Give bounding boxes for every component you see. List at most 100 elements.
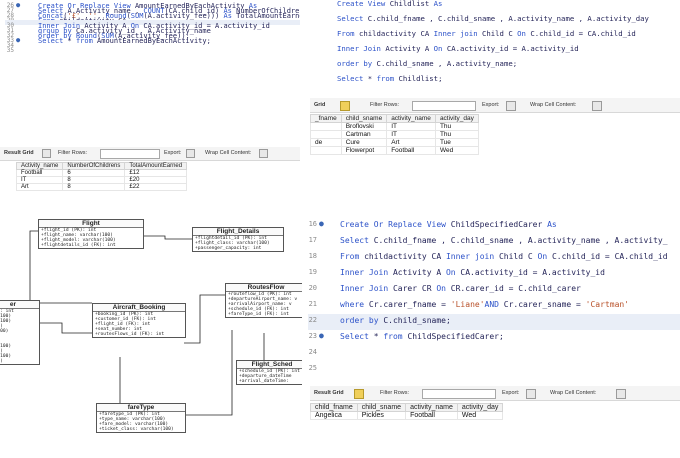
erd-table-flight[interactable]: Flight +flight_id (PK): int +flight_name: …: [38, 219, 144, 249]
filter-rows-input[interactable]: [422, 389, 496, 399]
grid-icon[interactable]: [354, 389, 364, 399]
wrap-icon[interactable]: [259, 149, 268, 158]
erd-table-faretype[interactable]: fareType +faretype_id (PK): int +type_name…: [96, 403, 186, 433]
table-cell[interactable]: Pickles: [356, 411, 407, 420]
table-cell[interactable]: [310, 122, 342, 131]
code-line[interactable]: Select C.child_fname , C.child_sname , A…: [337, 14, 649, 23]
table-cell[interactable]: Football: [386, 146, 436, 155]
code-line[interactable]: Inner Join Carer CR On CR.carer_id = C.c…: [340, 284, 581, 293]
table-cell[interactable]: Art: [15, 183, 64, 191]
column-header[interactable]: child_fname: [310, 403, 358, 412]
erd-table-flight-schedule[interactable]: Flight_Sched +schedule_id (PK): int +depar…: [236, 360, 302, 385]
table-cell[interactable]: [310, 130, 342, 139]
table-cell[interactable]: IT: [386, 130, 436, 139]
column-header[interactable]: activity_day: [434, 114, 479, 123]
erd-table-aircraft-booking[interactable]: Aircraft_Booking +booking_id (PK): int +cu…: [92, 303, 186, 338]
table-cell[interactable]: Broflovski: [340, 122, 388, 131]
table-row[interactable]: IT 8 £20: [15, 176, 188, 184]
export-label[interactable]: Export:: [164, 150, 181, 156]
erd-table-routesflow[interactable]: RoutesFlow +routeflow_id (PK): int +depart…: [225, 283, 302, 318]
column-header[interactable]: child_sname: [340, 114, 388, 123]
column-header[interactable]: activity_name: [405, 403, 458, 412]
code-line[interactable]: Inner Join Activity A On CA.activity_id …: [340, 268, 605, 277]
line-number: 17: [308, 236, 317, 244]
sql-panel-amount-earned: 26 ● Create Or Replace View AmountEarnedBy…: [0, 0, 300, 204]
column-header[interactable]: _fname: [310, 114, 342, 123]
table-cell[interactable]: IT: [15, 176, 64, 184]
export-label[interactable]: Export:: [482, 102, 499, 108]
column-header[interactable]: child_sname: [356, 403, 407, 412]
export-icon[interactable]: [506, 101, 516, 111]
filter-rows-input[interactable]: [100, 149, 160, 159]
erd-table-customer[interactable]: er(PK): inthar(100)har(100)(100)ar(100)1…: [0, 300, 40, 365]
statement-marker-icon[interactable]: ●: [16, 1, 20, 9]
code-editor[interactable]: 26 ● Create Or Replace View AmountEarnedBy…: [0, 0, 300, 150]
erd-table-flight-details[interactable]: Flight_Details +flightdetail_id (PK): int…: [192, 227, 284, 252]
code-line[interactable]: order by C.child_sname;: [340, 316, 451, 325]
table-row[interactable]: de Cure Art Tue: [310, 138, 479, 147]
table-cell[interactable]: 8: [62, 176, 126, 184]
code-editor[interactable]: 16 ● Create Or Replace View ChildSpecified…: [302, 214, 680, 372]
table-header-row: Activity_name NumberOfChildrens TotalAmoun…: [15, 162, 188, 170]
table-row[interactable]: Art 8 £22: [15, 183, 188, 191]
table-cell[interactable]: £22: [124, 183, 188, 191]
code-line[interactable]: Inner Join Activity A On CA.activity_id …: [337, 44, 579, 53]
table-cell[interactable]: IT: [386, 122, 436, 131]
code-line[interactable]: Select * from Childlist;: [337, 74, 442, 83]
table-cell[interactable]: Football: [15, 169, 64, 177]
wrap-icon[interactable]: [592, 101, 602, 111]
result-grid-tab[interactable]: Grid: [314, 102, 325, 108]
erd-table-title: RoutesFlow: [226, 284, 302, 292]
table-cell[interactable]: Football: [405, 411, 458, 420]
code-line[interactable]: Select * from AmountEarnedByEachActivity…: [38, 37, 211, 45]
result-grid-tab[interactable]: Result Grid: [314, 390, 344, 396]
code-line[interactable]: From childactivity CA Inner join Child C…: [340, 252, 668, 261]
table-cell[interactable]: Angelica: [310, 411, 358, 420]
table-cell[interactable]: Thu: [434, 130, 479, 139]
erd-field: +fareType_id (FK): int: [228, 312, 289, 317]
code-line[interactable]: Select C.child_fname , C.child_sname , A…: [340, 236, 668, 245]
table-cell[interactable]: 8: [62, 183, 126, 191]
table-cell[interactable]: Wed: [456, 411, 504, 420]
table-cell[interactable]: de: [310, 138, 342, 147]
table-row[interactable]: Angelica Pickles Football Wed: [310, 411, 504, 420]
column-header[interactable]: TotalAmountEarned: [124, 162, 188, 170]
code-line[interactable]: Create View Childlist As: [337, 0, 442, 8]
grid-icon[interactable]: [340, 101, 350, 111]
column-header[interactable]: NumberOfChildrens: [62, 162, 126, 170]
result-grid-tab[interactable]: Result Grid: [4, 150, 34, 156]
code-line[interactable]: Create Or Replace View ChildSpecifiedCar…: [340, 220, 557, 229]
statement-marker-icon[interactable]: ●: [319, 219, 324, 228]
statement-marker-icon[interactable]: ●: [16, 36, 20, 44]
table-cell[interactable]: £20: [124, 176, 188, 184]
code-line[interactable]: From childactivity CA Inner join Child C…: [337, 29, 636, 38]
table-row[interactable]: Football 6 £12: [15, 169, 188, 177]
column-header[interactable]: activity_day: [456, 403, 504, 412]
column-header[interactable]: Activity_name: [15, 162, 64, 170]
table-cell[interactable]: [310, 146, 342, 155]
table-cell[interactable]: 6: [62, 169, 126, 177]
export-icon[interactable]: [186, 149, 195, 158]
table-cell[interactable]: Thu: [434, 122, 479, 131]
table-cell[interactable]: Tue: [434, 138, 479, 147]
column-header[interactable]: activity_name: [386, 114, 436, 123]
table-cell[interactable]: Wed: [434, 146, 479, 155]
code-line[interactable]: order by C.child_sname , A.activity_name…: [337, 59, 517, 68]
statement-marker-icon[interactable]: ●: [319, 331, 324, 340]
table-cell[interactable]: £12: [124, 169, 188, 177]
table-cell[interactable]: Flowerpot: [340, 146, 388, 155]
wrap-icon[interactable]: [616, 389, 626, 399]
table-row[interactable]: Flowerpot Football Wed: [310, 146, 479, 155]
table-cell[interactable]: Cure: [340, 138, 388, 147]
table-cell[interactable]: Cartman: [340, 130, 388, 139]
export-label[interactable]: Export:: [502, 390, 519, 396]
table-row[interactable]: Cartman IT Thu: [310, 130, 479, 139]
filter-rows-input[interactable]: [412, 101, 476, 111]
code-line[interactable]: Select * from ChildSpecifiedCarer;: [340, 332, 504, 341]
code-line[interactable]: where Cr.carer_fname = 'Liane'AND Cr.car…: [340, 300, 629, 309]
code-editor[interactable]: Create View Childlist As Select C.child_f…: [310, 0, 680, 92]
export-icon[interactable]: [526, 389, 536, 399]
table-cell[interactable]: Art: [386, 138, 436, 147]
table-row[interactable]: Broflovski IT Thu: [310, 122, 479, 131]
grid-icon[interactable]: [42, 149, 51, 158]
